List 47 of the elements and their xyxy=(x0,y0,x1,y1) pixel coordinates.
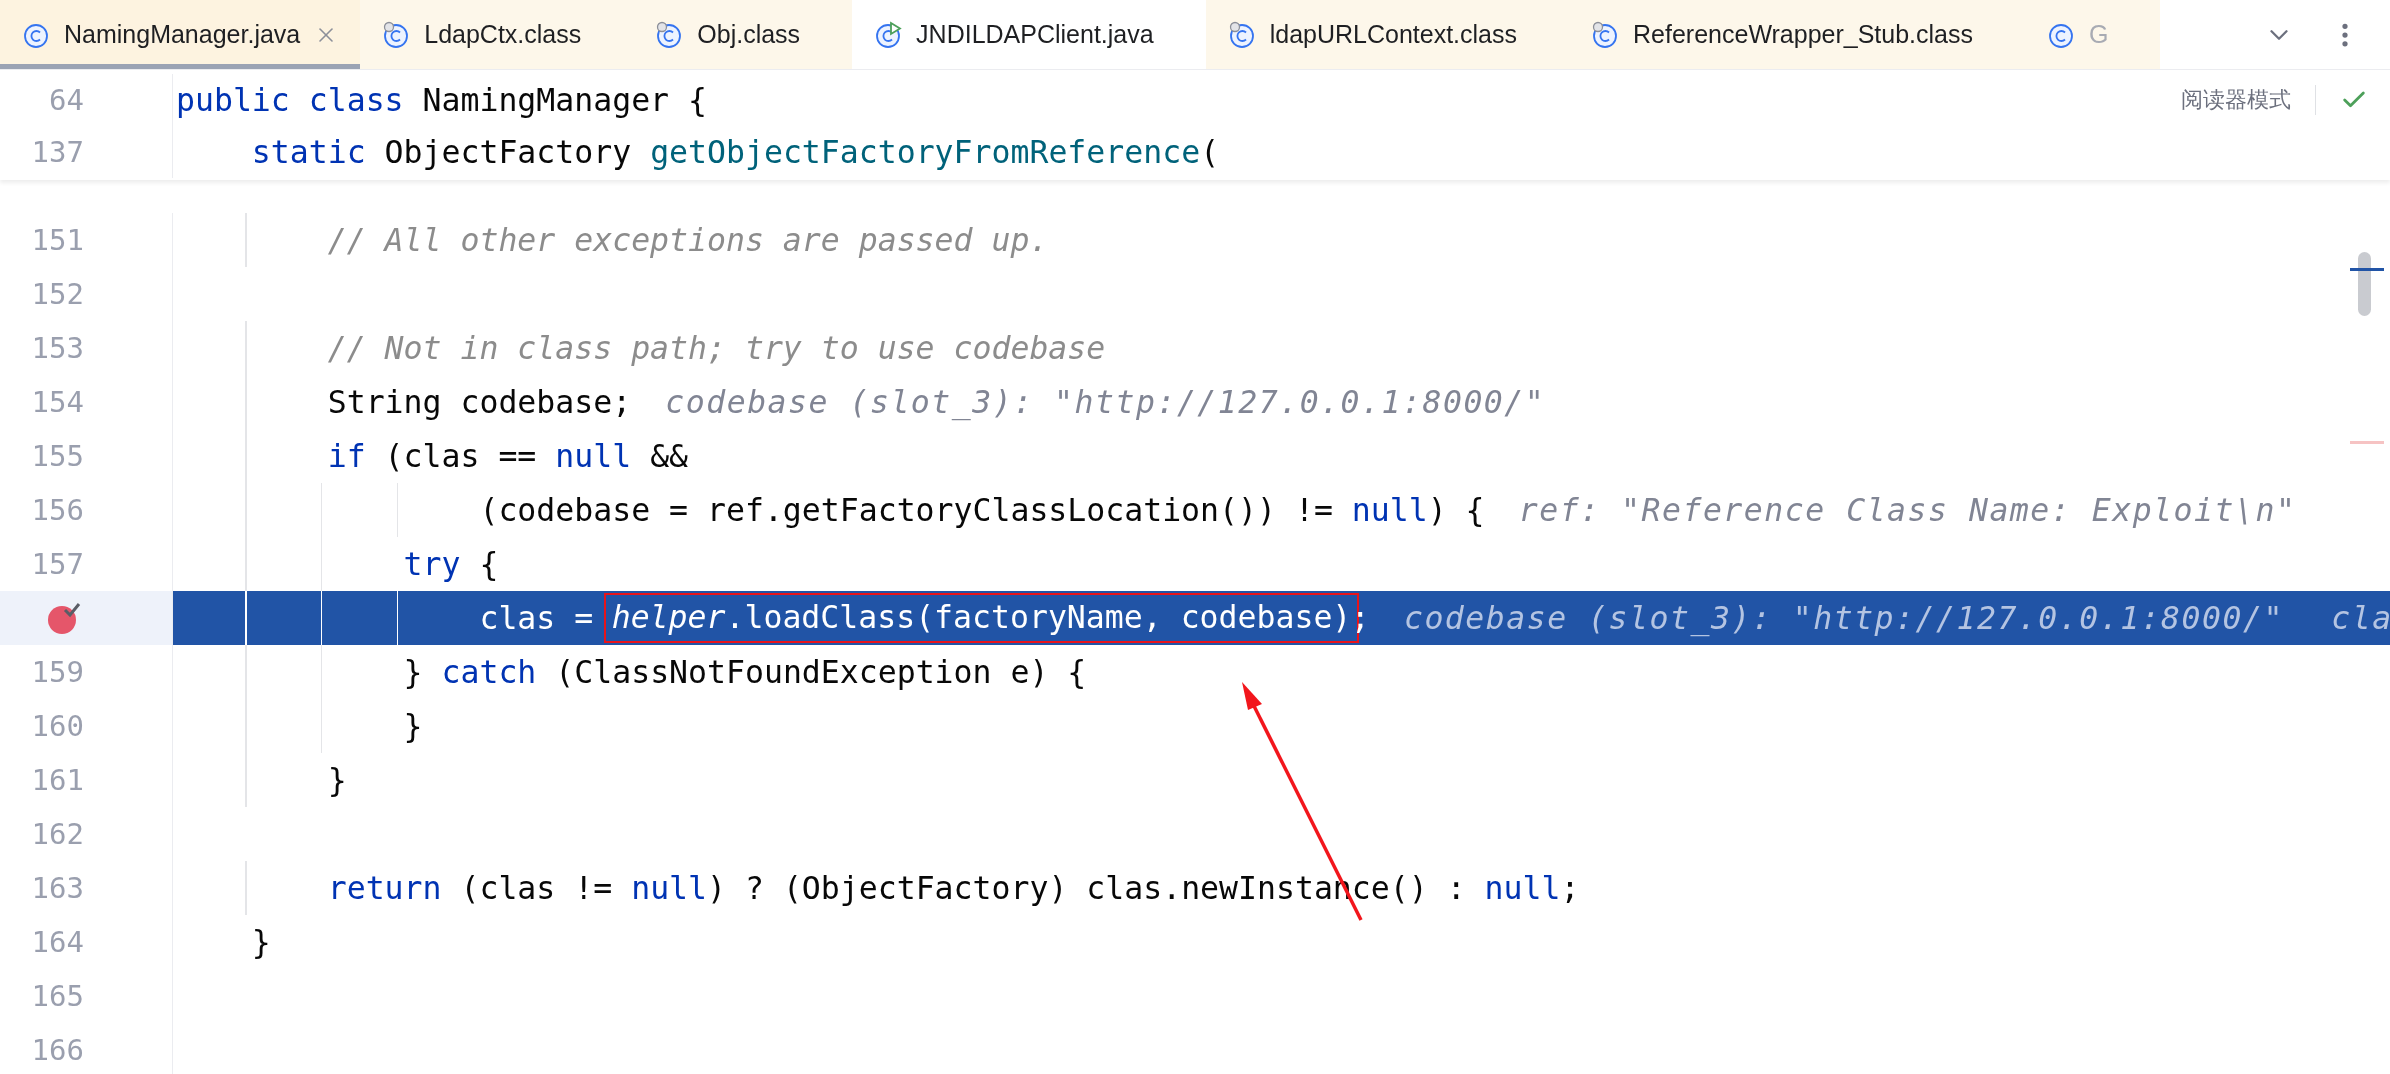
breakpoint-icon[interactable] xyxy=(46,601,82,635)
line-number: 161 xyxy=(31,763,84,797)
editor-tab[interactable]: ldapURLContext.class xyxy=(1205,0,1570,69)
line-number: 151 xyxy=(31,223,84,257)
code-line: } xyxy=(402,708,423,744)
editor-tab[interactable]: ReferenceWrapper_Stub.class xyxy=(1569,0,2026,69)
line-number: 162 xyxy=(31,817,84,851)
line-number: 64 xyxy=(49,83,84,117)
inlay-hint: ref: "Reference Class Name: Exploit\n" xyxy=(1518,492,2297,528)
code-line: } catch (ClassNotFoundException e) { xyxy=(402,654,1087,690)
inlay-hint: cla xyxy=(2331,600,2390,636)
code-line: // All other exceptions are passed up. xyxy=(326,222,1049,258)
line-number: 166 xyxy=(31,1033,84,1067)
line-number: 154 xyxy=(31,385,84,419)
code-line: String codebase; xyxy=(326,384,632,420)
editor-tab[interactable]: LdapCtx.class xyxy=(360,0,634,69)
scrollbar-thumb[interactable] xyxy=(2358,252,2371,316)
code-line: // Not in class path; try to use codebase xyxy=(326,330,1106,366)
editor-tab[interactable]: NamingManager.java xyxy=(0,0,361,69)
code-line[interactable]: public class NamingManager { xyxy=(176,82,707,118)
line-number: 156 xyxy=(31,493,84,527)
line-number: 137 xyxy=(31,135,84,169)
line-number: 157 xyxy=(31,547,84,581)
editor-tab[interactable]: Obj.class xyxy=(633,0,853,69)
code-line[interactable]: static ObjectFactory getObjectFactoryFromReference( xyxy=(176,134,1220,170)
code-line: } xyxy=(250,924,271,960)
compiled-class-icon xyxy=(1591,20,1620,49)
line-number: 160 xyxy=(31,709,84,743)
code-line: clas = xyxy=(478,600,595,636)
code-line: if (clas == null && xyxy=(326,438,689,474)
compiled-class-icon xyxy=(382,20,411,49)
inlay-hint: codebase (slot_3): "http://127.0.0.1:8000/" xyxy=(665,384,1546,420)
inlay-hint: codebase (slot_3): "http://127.0.0.1:8000/" xyxy=(1403,600,2284,636)
code-line: try { xyxy=(402,546,499,582)
line-number: 155 xyxy=(31,439,84,473)
line-number: 164 xyxy=(31,925,84,959)
line-number: 165 xyxy=(31,979,84,1013)
line-number: 163 xyxy=(31,871,84,905)
compiled-class-icon xyxy=(1227,20,1256,49)
reader-mode-toggle[interactable]: 阅读器模式 xyxy=(2181,85,2291,115)
line-number: 159 xyxy=(31,655,84,689)
code-line: (codebase = ref.getFactoryClassLocation()) != null) { xyxy=(478,492,1485,528)
runnable-class-icon xyxy=(874,20,903,49)
line-number: 152 xyxy=(31,277,84,311)
line-number: 153 xyxy=(31,331,84,365)
compiled-class-icon xyxy=(655,20,684,49)
code-line: } xyxy=(326,762,347,798)
